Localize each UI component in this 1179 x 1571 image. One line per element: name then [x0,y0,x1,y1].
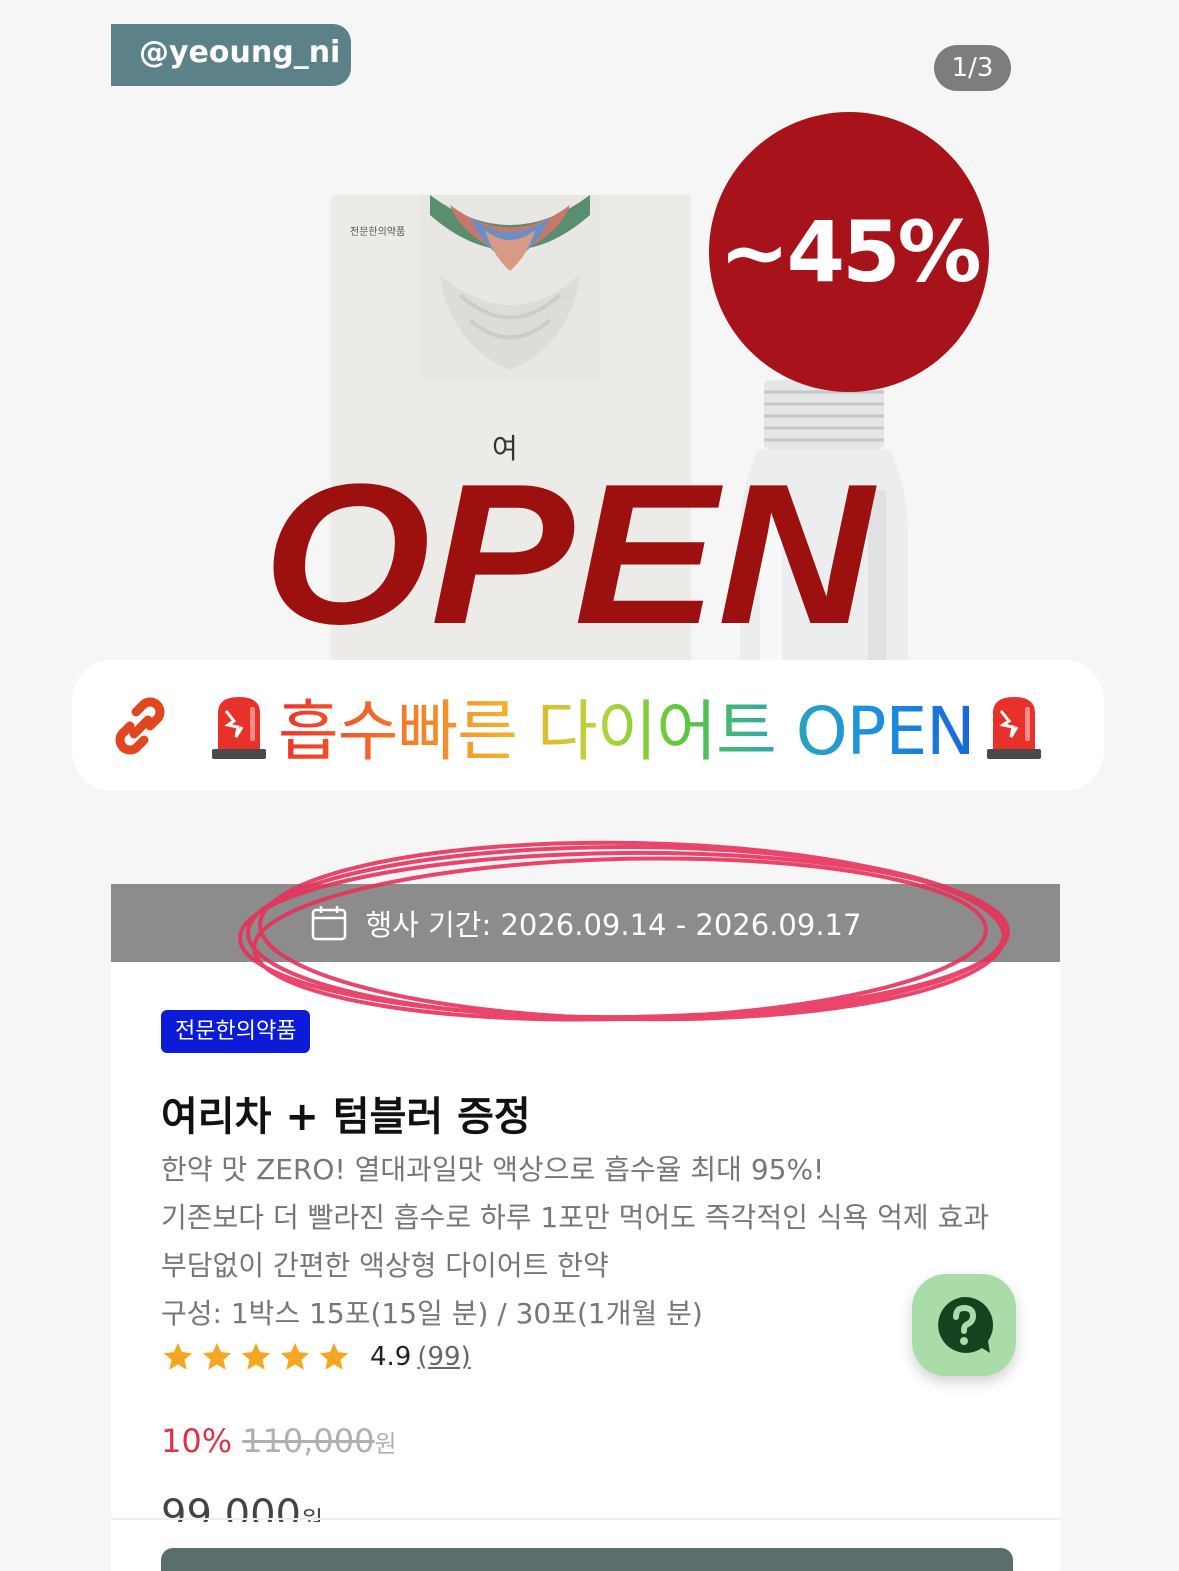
event-period-text: 행사 기간: 2026.09.14 - 2026.09.17 [365,908,862,942]
event-card[interactable]: 행사 기간: 2026.09.14 - 2026.09.17 전문한의약품 여리… [111,884,1060,1571]
star-icon [163,1342,193,1370]
calendar-icon [311,906,346,941]
ornament-icon [420,195,600,380]
description-line: 기존보다 더 빨라진 흡수로 하루 1포만 먹어도 즉각적인 식욕 억제 효과 [161,1201,990,1234]
event-period-bar: 행사 기간: 2026.09.14 - 2026.09.17 [111,884,1060,962]
help-button[interactable] [912,1274,1016,1376]
star-icon [319,1342,349,1370]
star-icon [241,1342,271,1370]
link-sticker[interactable]: 흡수빠른 다이어트 OPEN [72,660,1104,791]
siren-icon [986,696,1041,759]
description-line: 부담없이 간편한 액상형 다이어트 한약 [161,1249,609,1282]
siren-icon [212,696,266,759]
discount-percent: 10% [161,1422,233,1460]
description-line: 구성: 1박스 15포(15일 분) / 30포(1개월 분) [161,1297,703,1330]
review-count-link[interactable]: (99) [417,1342,470,1372]
product-title[interactable]: 여리차 + 텀블러 증정 [161,1084,531,1142]
star-icon [202,1342,232,1370]
rating-value: 4.9 [370,1342,412,1372]
divider [111,1518,1060,1520]
open-text: OPEN [263,455,877,645]
description-line: 한약 맛 ZERO! 열대과일맛 액상으로 흡수율 최대 95%! [161,1153,825,1186]
original-price-unit: 원 [374,1430,397,1458]
box-brand-text: 전문한의약품 [350,227,406,238]
discount-badge: ~45% [709,112,989,392]
username-handle[interactable]: @yeoung_ni [111,24,351,86]
rating: 4.9 (99) [161,1340,471,1374]
original-price: 110,000 [242,1422,375,1460]
category-badge: 전문한의약품 [161,1010,311,1053]
page-counter: 1/3 [934,45,1011,91]
price-row: 10% 110,000 원 [161,1422,397,1460]
question-icon [938,1296,994,1353]
link-icon [115,697,165,754]
link-sticker-text: 흡수빠른 다이어트 OPEN [278,678,976,774]
open-overlay-text: OPEN [263,455,877,645]
star-icon [280,1342,310,1370]
story-canvas: @yeoung_ni 1/3 전문한의약품 여 ~45% OPEN 흡수빠른 다… [0,0,1179,1571]
purchase-button[interactable] [161,1548,1013,1571]
